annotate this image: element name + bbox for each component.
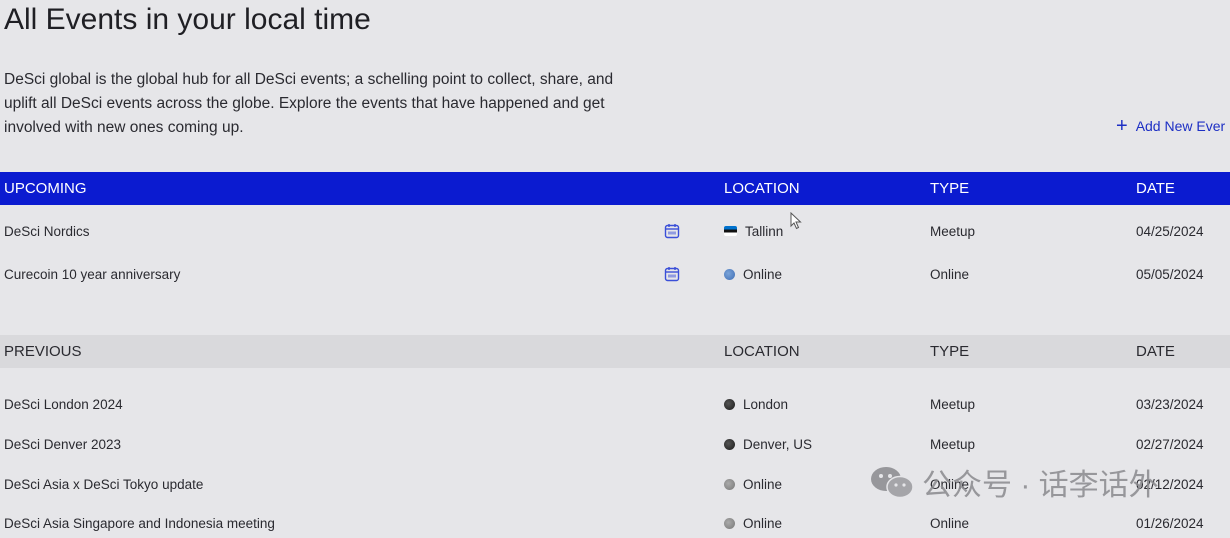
- event-location-label: Online: [743, 515, 783, 531]
- mouse-cursor-icon: [790, 212, 802, 230]
- upcoming-header-location: LOCATION: [724, 180, 800, 197]
- globe-icon: [724, 478, 735, 490]
- estonia-flag-icon: [724, 226, 737, 236]
- previous-header-name: PREVIOUS: [4, 343, 82, 360]
- event-type: Meetup: [930, 436, 976, 452]
- upcoming-header-type: TYPE: [930, 180, 970, 197]
- plus-icon: +: [1116, 115, 1128, 137]
- event-date: 03/23/2024: [1136, 396, 1204, 412]
- table-row[interactable]: DeSci London 2024 London Meetup 03/23/20…: [0, 389, 1230, 419]
- event-date: 01/26/2024: [1136, 515, 1204, 531]
- add-new-event-label: Add New Ever: [1135, 118, 1226, 134]
- upcoming-header-name: UPCOMING: [4, 180, 87, 197]
- event-name[interactable]: DeSci Nordics: [4, 224, 90, 239]
- event-location-label: Online: [743, 476, 783, 492]
- previous-header: PREVIOUS LOCATION TYPE DATE: [0, 335, 1230, 368]
- event-name[interactable]: DeSci London 2024: [4, 397, 123, 412]
- page-title: All Events in your local time: [4, 3, 371, 36]
- table-row[interactable]: DeSci Nordics Tallinn Meetup 04/25/2024: [0, 216, 1230, 246]
- add-new-event-link[interactable]: + Add New Ever: [1116, 116, 1225, 136]
- event-name[interactable]: DeSci Asia x DeSci Tokyo update: [4, 477, 203, 492]
- globe-icon: [724, 268, 735, 280]
- event-date: 04/25/2024: [1136, 223, 1204, 239]
- event-location-label: Tallinn: [745, 223, 784, 239]
- event-location: Tallinn: [724, 224, 783, 239]
- event-date: 05/05/2024: [1136, 266, 1204, 282]
- event-type: Meetup: [930, 223, 976, 239]
- event-location-label: Denver, US: [743, 436, 813, 452]
- page-intro: DeSci global is the global hub for all D…: [4, 71, 614, 136]
- table-row[interactable]: DeSci Asia x DeSci Tokyo update Online O…: [0, 469, 1230, 499]
- event-location-label: London: [743, 396, 789, 412]
- calendar-add-icon[interactable]: [664, 266, 680, 282]
- event-name[interactable]: Curecoin 10 year anniversary: [4, 267, 180, 282]
- event-type: Meetup: [930, 396, 976, 412]
- table-row[interactable]: DeSci Denver 2023 Denver, US Meetup 02/2…: [0, 429, 1230, 459]
- event-location: Online: [724, 477, 782, 492]
- previous-header-type: TYPE: [930, 343, 970, 360]
- us-flag-icon: [724, 438, 735, 450]
- event-location: Online: [724, 516, 782, 531]
- event-name[interactable]: DeSci Asia Singapore and Indonesia meeti…: [4, 516, 275, 531]
- table-row[interactable]: DeSci Asia Singapore and Indonesia meeti…: [0, 508, 1230, 538]
- event-location: Online: [724, 267, 782, 282]
- event-location: London: [724, 397, 788, 412]
- event-type: Online: [930, 476, 970, 492]
- table-row[interactable]: Curecoin 10 year anniversary Online Onli…: [0, 259, 1230, 289]
- previous-header-location: LOCATION: [724, 343, 800, 360]
- calendar-add-icon[interactable]: [664, 223, 680, 239]
- event-location-label: Online: [743, 266, 783, 282]
- event-location: Denver, US: [724, 437, 812, 452]
- upcoming-header: UPCOMING LOCATION TYPE DATE: [0, 172, 1230, 205]
- event-type: Online: [930, 266, 970, 282]
- event-date: 02/12/2024: [1136, 476, 1204, 492]
- uk-flag-icon: [724, 398, 735, 410]
- globe-icon: [724, 517, 735, 529]
- event-date: 02/27/2024: [1136, 436, 1204, 452]
- event-type: Online: [930, 515, 970, 531]
- upcoming-header-date: DATE: [1136, 180, 1175, 197]
- event-name[interactable]: DeSci Denver 2023: [4, 437, 121, 452]
- previous-header-date: DATE: [1136, 343, 1175, 360]
